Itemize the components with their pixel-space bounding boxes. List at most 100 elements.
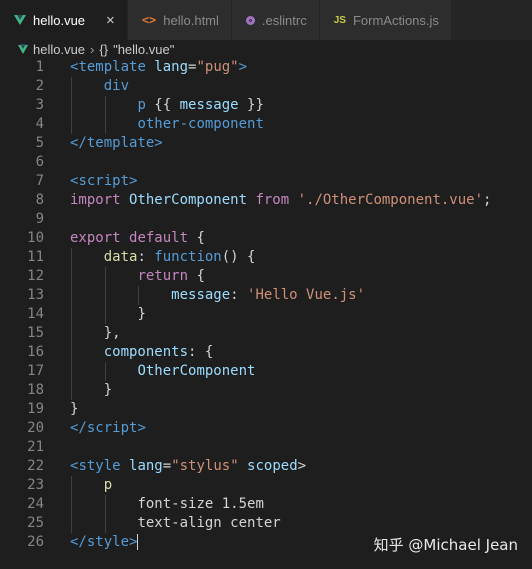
- code-line: 4 other-component: [0, 115, 532, 134]
- indent-guide: [71, 305, 72, 324]
- symbol-icon: {}: [99, 41, 109, 57]
- code-token: ;: [483, 192, 492, 208]
- code-line: 21: [0, 438, 532, 457]
- code-line: 15},: [0, 324, 532, 343]
- line-number: 22: [27, 458, 44, 474]
- indent-guide: [71, 514, 72, 533]
- tab-hello-vue[interactable]: hello.vue ×: [0, 0, 128, 40]
- code-text: data: function() {: [104, 248, 256, 267]
- indent-guide: [71, 267, 72, 286]
- indent-guide: [104, 305, 106, 324]
- code-token: script: [78, 173, 130, 189]
- code-token: >: [129, 173, 138, 189]
- code-text: import OtherComponent from './OtherCompo…: [70, 191, 491, 210]
- code-text: }: [137, 305, 145, 324]
- code-token: import: [70, 192, 121, 208]
- tab-eslintrc[interactable]: .eslintrc: [231, 0, 320, 40]
- code-line: 3 p {{ message }}: [0, 96, 532, 115]
- code-text: message: 'Hello Vue.js': [171, 286, 365, 305]
- line-number: 20: [27, 420, 44, 436]
- code-text: export default {: [70, 229, 205, 248]
- line-number: 25: [27, 515, 44, 531]
- indent-guide: [104, 362, 106, 381]
- line-number: 13: [27, 287, 44, 303]
- indent-guide: [104, 514, 106, 533]
- line-number: 15: [27, 325, 44, 341]
- line-number: 5: [35, 135, 44, 151]
- code-token: </: [70, 420, 87, 436]
- tab-formactions-js[interactable]: JS FormActions.js: [319, 0, 452, 40]
- line-number: 21: [27, 439, 44, 455]
- js-icon: JS: [333, 14, 346, 26]
- watermark: 知乎 @Michael Jean: [373, 536, 518, 554]
- code-text: }: [70, 400, 78, 419]
- line-number: 23: [27, 477, 44, 493]
- code-line: 1 <template lang="pug">: [0, 58, 532, 77]
- tab-label: hello.html: [163, 12, 219, 28]
- code-token: template: [78, 59, 146, 75]
- code-token: >: [154, 135, 163, 151]
- code-token: >: [137, 420, 146, 436]
- code-token: default: [129, 230, 189, 246]
- tab-hello-html[interactable]: <> hello.html: [127, 0, 232, 40]
- eslintrc-icon: [245, 15, 255, 25]
- line-number: 8: [35, 192, 44, 208]
- code-token: script: [86, 420, 138, 436]
- breadcrumb-separator: ›: [90, 41, 95, 57]
- indent-guide: [138, 286, 140, 305]
- code-text: <script>: [70, 172, 137, 191]
- code-text: div: [104, 77, 129, 96]
- code-token: }: [103, 382, 113, 398]
- code-token: lang: [145, 59, 189, 75]
- line-number: 16: [27, 344, 44, 360]
- line-number: 12: [27, 268, 44, 284]
- indent-guide: [104, 286, 106, 305]
- code-token: return: [137, 268, 189, 284]
- code-line: 24 font-size 1.5em: [0, 495, 532, 514]
- code-token: {{: [145, 97, 180, 113]
- code-token: div: [103, 78, 130, 94]
- code-token: >: [238, 59, 248, 75]
- code-line: 6: [0, 153, 532, 172]
- line-number: 11: [27, 249, 44, 265]
- text-cursor: [137, 534, 139, 550]
- code-text: text-align center: [137, 514, 280, 533]
- indent-guide: [71, 324, 72, 343]
- code-line: 7 <script>: [0, 172, 532, 191]
- code-token: OtherComponent: [137, 363, 256, 379]
- code-line: 19}: [0, 400, 532, 419]
- indent-guide: [71, 343, 72, 362]
- code-line: 17 OtherComponent: [0, 362, 532, 381]
- code-editor[interactable]: 1 <template lang="pug"> 2 div 3 p {{ message …: [0, 58, 532, 569]
- code-line: 23 p: [0, 476, 532, 495]
- code-token: other-component: [137, 116, 264, 132]
- code-text: }: [104, 381, 112, 400]
- line-number: 4: [35, 116, 44, 132]
- code-token: :: [137, 249, 155, 265]
- close-icon[interactable]: ×: [106, 12, 115, 29]
- code-token: message: [171, 287, 231, 303]
- indent-guide: [71, 96, 72, 115]
- code-text: font-size 1.5em: [137, 495, 263, 514]
- code-token: message: [179, 97, 239, 113]
- breadcrumb-file[interactable]: hello.vue: [33, 42, 85, 57]
- line-number: 19: [27, 401, 44, 417]
- code-token: {: [188, 268, 205, 284]
- code-token: OtherComponent: [120, 192, 256, 208]
- line-number: 14: [27, 306, 44, 322]
- code-line: 16 components: {: [0, 343, 532, 362]
- code-text: return {: [137, 267, 204, 286]
- line-number: 9: [35, 211, 44, 227]
- code-token: 'Hello Vue.js': [247, 287, 366, 303]
- code-text: OtherComponent: [137, 362, 255, 381]
- code-token: }: [70, 401, 79, 417]
- code-line: 9: [0, 210, 532, 229]
- indent-guide: [104, 96, 106, 115]
- code-token: p: [103, 477, 113, 493]
- indent-guide: [71, 362, 72, 381]
- code-line: 5 </template>: [0, 134, 532, 153]
- breadcrumb: hello.vue › {} "hello.vue": [0, 40, 532, 58]
- code-token: }}: [238, 97, 264, 113]
- breadcrumb-symbol[interactable]: "hello.vue": [113, 42, 174, 57]
